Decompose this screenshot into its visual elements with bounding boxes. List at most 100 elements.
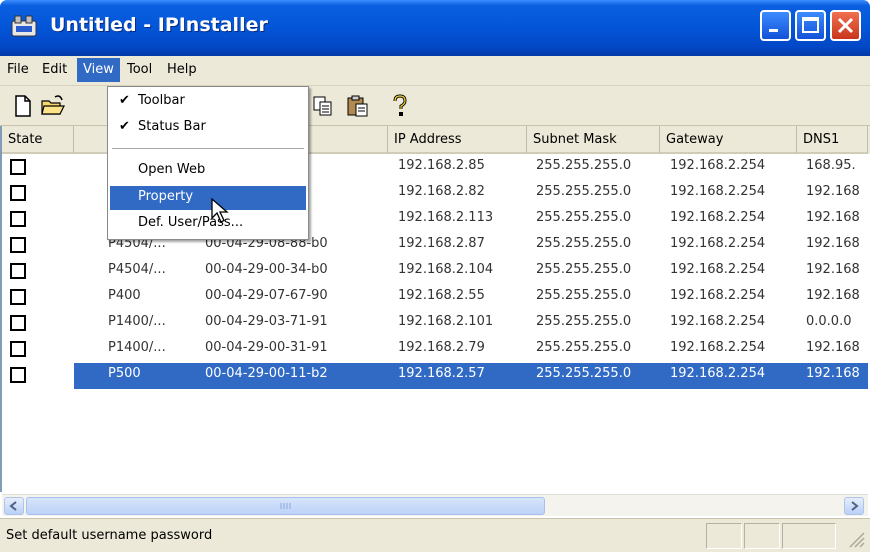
table-row[interactable]: P500 00-04-29-00-11-b2 192.168.2.57 255.255… [2, 363, 868, 389]
menu-item-property[interactable]: Property [110, 186, 306, 210]
cell-mask: 255.255.255.0 [536, 340, 632, 355]
title-bar[interactable]: Untitled - IPInstaller [0, 0, 870, 56]
cell-dns1: 192.168 [806, 366, 860, 381]
maximize-icon [802, 17, 819, 33]
check-icon: ✔ [119, 93, 130, 108]
close-icon [837, 17, 854, 34]
cell-ip: 192.168.2.113 [398, 210, 494, 225]
cell-mask: 255.255.255.0 [536, 366, 632, 381]
cell-dns1: 192.168 [806, 210, 860, 225]
state-checkbox[interactable] [10, 159, 26, 175]
window-title: Untitled - IPInstaller [50, 14, 268, 36]
state-checkbox[interactable] [10, 367, 26, 383]
maximize-button[interactable] [795, 10, 826, 41]
column-header-subnet-mask[interactable]: Subnet Mask [527, 126, 660, 154]
state-checkbox[interactable] [10, 185, 26, 201]
resize-grip-icon[interactable] [846, 531, 866, 549]
minimize-button[interactable] [760, 10, 791, 41]
cell-model: P400 [108, 288, 141, 303]
grip-icon [280, 503, 291, 509]
check-icon: ✔ [119, 119, 130, 134]
cell-dns1: 192.168 [806, 236, 860, 251]
state-checkbox[interactable] [10, 263, 26, 279]
close-button[interactable] [830, 10, 861, 41]
status-panel [744, 523, 780, 549]
table-row[interactable]: P400 00-04-29-07-67-90 192.168.2.55 255.255… [2, 285, 868, 311]
cell-dns1: 192.168 [806, 184, 860, 199]
status-panel [782, 523, 836, 549]
cell-ip: 192.168.2.55 [398, 288, 485, 303]
menu-item-open-web[interactable]: Open Web [110, 159, 306, 183]
copy-icon[interactable] [312, 94, 334, 118]
cell-gateway: 192.168.2.254 [670, 340, 766, 355]
cell-model: P1400/... [108, 314, 166, 329]
table-row[interactable]: P4504/... 00-04-29-00-34-b0 192.168.2.104 2… [2, 259, 868, 285]
cell-ip: 192.168.2.104 [398, 262, 494, 277]
cell-model: P500 [108, 366, 141, 381]
menu-tool[interactable]: Tool [127, 62, 152, 77]
state-checkbox[interactable] [10, 289, 26, 305]
minimize-icon [769, 29, 778, 32]
cell-ip: 192.168.2.79 [398, 340, 485, 355]
cell-gateway: 192.168.2.254 [670, 314, 766, 329]
cell-dns1: 168.95. [806, 158, 856, 173]
menu-help[interactable]: Help [167, 62, 197, 77]
cell-mask: 255.255.255.0 [536, 314, 632, 329]
cell-mask: 255.255.255.0 [536, 210, 632, 225]
cell-gateway: 192.168.2.254 [670, 184, 766, 199]
cell-gateway: 192.168.2.254 [670, 262, 766, 277]
column-header-ip-address[interactable]: IP Address [388, 126, 527, 154]
menu-file[interactable]: File [7, 62, 29, 77]
cell-dns1: 192.168 [806, 262, 860, 277]
table-row[interactable]: P1400/... 00-04-29-00-31-91 192.168.2.79 25… [2, 337, 868, 363]
cell-mac: 00-04-29-00-31-91 [205, 340, 328, 355]
new-file-icon[interactable] [12, 94, 34, 118]
cell-mac: 00-04-29-03-71-91 [205, 314, 328, 329]
cell-ip: 192.168.2.57 [398, 366, 485, 381]
cell-mask: 255.255.255.0 [536, 288, 632, 303]
menu-item-toolbar[interactable]: ✔ Toolbar [110, 90, 306, 114]
help-icon[interactable] [390, 94, 410, 118]
chevron-left-icon [9, 501, 17, 511]
cell-gateway: 192.168.2.254 [670, 366, 766, 381]
cell-ip: 192.168.2.101 [398, 314, 494, 329]
open-folder-icon[interactable] [40, 94, 66, 118]
cell-mac: 00-04-29-00-34-b0 [205, 262, 328, 277]
scroll-right-button[interactable] [844, 497, 864, 515]
cell-ip: 192.168.2.82 [398, 184, 485, 199]
menu-separator [112, 148, 304, 149]
status-text: Set default username password [6, 528, 213, 543]
menu-edit[interactable]: Edit [42, 62, 67, 77]
state-checkbox[interactable] [10, 341, 26, 357]
cell-dns1: 192.168 [806, 288, 860, 303]
scroll-left-button[interactable] [4, 497, 24, 515]
cell-mac: 00-04-29-00-11-b2 [205, 366, 328, 381]
state-checkbox[interactable] [10, 211, 26, 227]
cell-model: P4504/... [108, 262, 166, 277]
table-row[interactable]: P1400/... 00-04-29-03-71-91 192.168.2.101 2… [2, 311, 868, 337]
menu-bar: File Edit View Tool Help [0, 56, 870, 86]
column-header-state[interactable]: State [2, 126, 74, 154]
paste-icon[interactable] [346, 94, 370, 118]
menu-view[interactable]: View [77, 58, 120, 82]
scroll-thumb[interactable] [26, 497, 545, 515]
cell-mask: 255.255.255.0 [536, 158, 632, 173]
app-icon [11, 15, 37, 37]
horizontal-scrollbar[interactable] [2, 494, 868, 516]
cell-mac: 00-04-29-07-67-90 [205, 288, 328, 303]
state-checkbox[interactable] [10, 315, 26, 331]
chevron-right-icon [851, 501, 859, 511]
cell-mask: 255.255.255.0 [536, 184, 632, 199]
cell-model: P1400/... [108, 340, 166, 355]
column-header-gateway[interactable]: Gateway [660, 126, 797, 154]
cell-ip: 192.168.2.85 [398, 158, 485, 173]
cell-gateway: 192.168.2.254 [670, 236, 766, 251]
column-header-dns1[interactable]: DNS1 [797, 126, 868, 154]
menu-item-status-bar[interactable]: ✔ Status Bar [110, 116, 306, 140]
status-panel [706, 523, 742, 549]
menu-item-def-user-pass[interactable]: Def. User/Pass... [110, 212, 306, 236]
cell-gateway: 192.168.2.254 [670, 210, 766, 225]
cell-gateway: 192.168.2.254 [670, 288, 766, 303]
state-checkbox[interactable] [10, 237, 26, 253]
cell-dns1: 192.168 [806, 340, 860, 355]
